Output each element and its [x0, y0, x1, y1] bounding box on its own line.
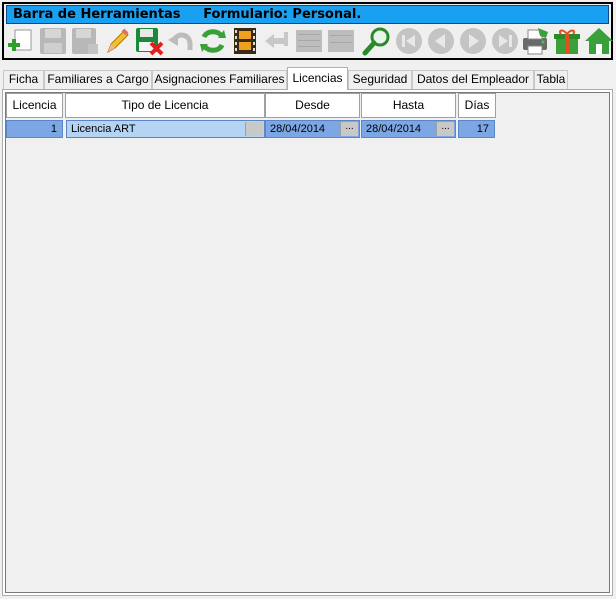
refresh-button[interactable]	[198, 26, 228, 56]
cell-licencia[interactable]: 1	[6, 120, 63, 138]
floppy-delete-icon	[136, 28, 164, 56]
cell-hasta[interactable]: 28/04/2014 ...	[361, 120, 456, 138]
gift-icon	[554, 29, 580, 54]
tab-label: Familiares a Cargo	[47, 72, 149, 86]
toolbar-title-bar: Barra de Herramientas Formulario: Person…	[6, 5, 609, 24]
column-header-label: Hasta	[392, 98, 425, 112]
prev-button[interactable]	[426, 26, 456, 56]
first-button[interactable]	[394, 26, 424, 56]
tab-seguridad[interactable]: Seguridad	[348, 70, 412, 89]
pencil-icon	[107, 28, 129, 54]
column-header-label: Tipo de Licencia	[121, 98, 209, 112]
cell-desde[interactable]: 28/04/2014 ...	[265, 120, 360, 138]
tab-label: Licencias	[292, 71, 343, 85]
last-icon	[492, 28, 518, 54]
next-icon	[460, 28, 486, 54]
floppy-edit-icon	[72, 28, 98, 54]
prev-icon	[428, 28, 454, 54]
tab-datos-del-empleador[interactable]: Datos del Empleador	[412, 70, 534, 89]
new-record-button[interactable]	[6, 26, 36, 56]
cell-value: 17	[476, 123, 489, 135]
tab-label: Ficha	[8, 72, 39, 86]
undo-button[interactable]	[166, 26, 196, 56]
tab-licencias[interactable]: Licencias	[287, 67, 348, 90]
toolbar-title: Barra de Herramientas	[13, 7, 181, 22]
plus-document-icon	[8, 29, 32, 51]
date-picker-button[interactable]: ...	[436, 122, 454, 136]
undo-icon	[168, 32, 193, 50]
ellipsis-label: ...	[441, 121, 450, 132]
save-as-button[interactable]	[70, 26, 100, 56]
film-icon	[234, 28, 256, 54]
column-header-label: Desde	[295, 98, 330, 112]
cell-dias[interactable]: 17	[458, 120, 495, 138]
tab-label: Datos del Empleador	[416, 72, 530, 86]
refresh-icon	[200, 29, 226, 53]
grid-area	[5, 92, 610, 593]
column-header-label: Días	[464, 98, 490, 112]
tab-familiares-a-cargo[interactable]: Familiares a Cargo	[44, 70, 152, 89]
tab-tabla[interactable]: Tabla	[534, 70, 568, 89]
tab-strip: Ficha Familiares a Cargo Asignaciones Fa…	[3, 67, 613, 90]
cell-value: Licencia ART	[71, 123, 136, 135]
tab-ficha[interactable]: Ficha	[3, 70, 44, 89]
edit-button[interactable]	[102, 26, 132, 56]
cell-value: 28/04/2014	[270, 123, 326, 135]
cell-tipo-de-licencia[interactable]: Licencia ART	[66, 120, 265, 138]
ellipsis-label: ...	[345, 121, 354, 132]
search-button[interactable]	[362, 26, 392, 56]
cell-value: 28/04/2014	[366, 123, 422, 135]
first-icon	[396, 28, 422, 54]
grid-icon	[296, 30, 322, 52]
last-button[interactable]	[490, 26, 520, 56]
toolbar-buttons	[6, 26, 616, 58]
tab-label: Asignaciones Familiares	[154, 72, 285, 86]
grid-icon	[328, 30, 354, 52]
cell-value: 1	[50, 123, 57, 135]
toolbar-window: Barra de Herramientas Formulario: Person…	[2, 2, 613, 60]
magnifier-icon	[362, 27, 390, 56]
home-icon	[585, 28, 613, 54]
save-button[interactable]	[38, 26, 68, 56]
delete-button[interactable]	[134, 26, 164, 56]
column-header-hasta[interactable]: Hasta	[361, 93, 456, 118]
column-header-tipo-de-licencia[interactable]: Tipo de Licencia	[65, 93, 265, 118]
date-picker-button[interactable]: ...	[340, 122, 358, 136]
column-header-licencia[interactable]: Licencia	[6, 93, 63, 118]
tab-label: Tabla	[536, 72, 566, 86]
dropdown-button[interactable]	[245, 122, 263, 136]
printer-icon	[523, 28, 548, 55]
home-button[interactable]	[584, 26, 614, 56]
licencias-panel	[2, 89, 613, 596]
next-button[interactable]	[458, 26, 488, 56]
grid-b-button[interactable]	[326, 26, 356, 56]
tab-asignaciones-familiares[interactable]: Asignaciones Familiares	[152, 70, 287, 89]
arrow-back-icon	[265, 32, 288, 48]
column-header-dias[interactable]: Días	[458, 93, 496, 118]
form-label: Formulario: Personal.	[203, 7, 362, 22]
film-button[interactable]	[230, 26, 260, 56]
floppy-icon	[40, 28, 66, 54]
column-header-label: Licencia	[12, 98, 57, 112]
print-button[interactable]	[520, 26, 550, 56]
column-header-desde[interactable]: Desde	[265, 93, 360, 118]
tab-label: Seguridad	[352, 72, 408, 86]
gift-button[interactable]	[552, 26, 582, 56]
back-button[interactable]	[262, 26, 292, 56]
grid-a-button[interactable]	[294, 26, 324, 56]
